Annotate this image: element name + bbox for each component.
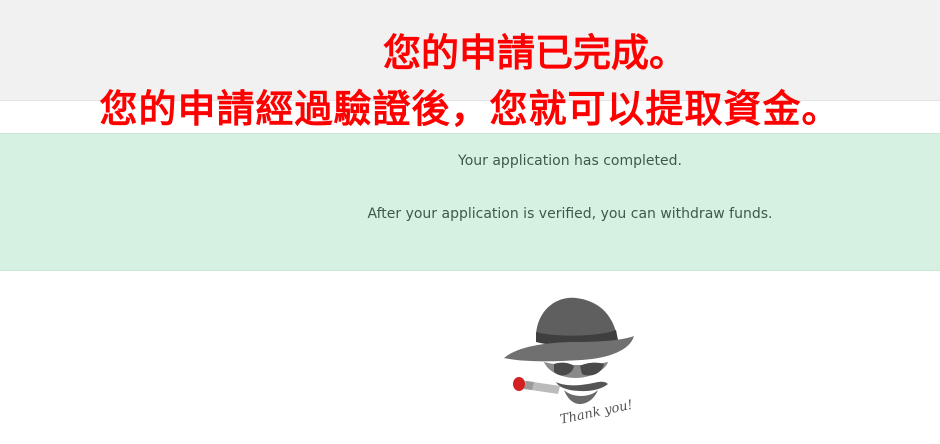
overlay-title-line1: 您的申請已完成。 [382, 30, 687, 75]
overlay-title-line2: 您的申請經過驗證後，您就可以提取資金。 [99, 86, 841, 131]
notice-completed-text: Your application has completed. [458, 153, 682, 169]
notice-withdraw-text: After your application is verified, you … [367, 206, 773, 222]
thank-you-logo: Thank you! [498, 288, 648, 438]
success-notice: Your application has completed. After yo… [0, 133, 940, 271]
thank-you-caption: Thank you! [559, 398, 634, 428]
gangster-hat-cigar-icon: Thank you! [504, 297, 634, 428]
